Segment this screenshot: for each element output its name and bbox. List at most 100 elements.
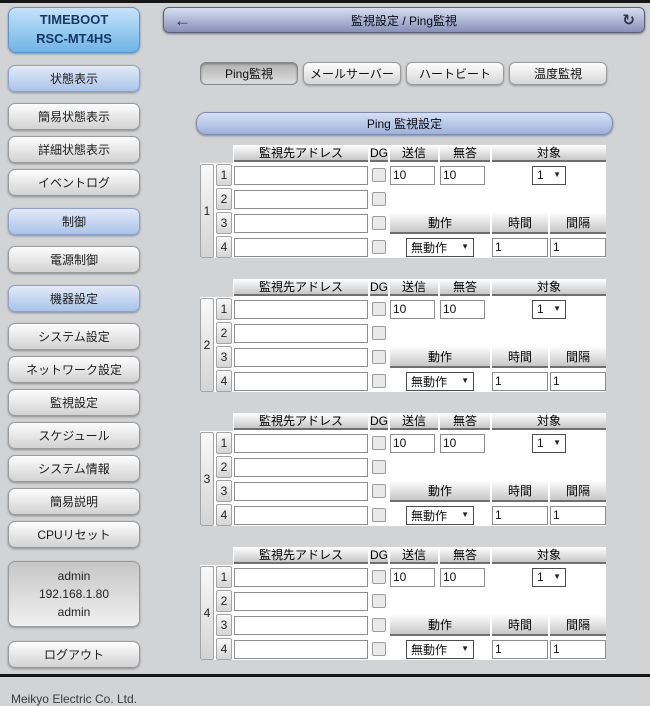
- action-select[interactable]: 無動作 ▼: [406, 640, 474, 659]
- address-input[interactable]: [234, 166, 368, 185]
- noreply-input[interactable]: [440, 300, 485, 319]
- action-select[interactable]: 無動作 ▼: [406, 238, 474, 257]
- col-header-dg: DG: [370, 145, 388, 162]
- address-input[interactable]: [234, 300, 368, 319]
- account-info-box: admin 192.168.1.80 admin: [8, 561, 140, 627]
- dg-checkbox[interactable]: [372, 508, 386, 522]
- col-header-interval: 間隔: [550, 480, 606, 502]
- sidebar-item-monitor-settings[interactable]: 監視設定: [8, 389, 140, 416]
- address-input[interactable]: [234, 324, 368, 343]
- row-number: 1: [216, 432, 232, 454]
- dg-checkbox[interactable]: [372, 350, 386, 364]
- interval-input[interactable]: [550, 640, 606, 659]
- dg-checkbox[interactable]: [372, 594, 386, 608]
- time-input[interactable]: [492, 640, 548, 659]
- action-select-value: 無動作: [411, 641, 447, 658]
- interval-input[interactable]: [550, 238, 606, 257]
- sidebar-item-system-settings[interactable]: システム設定: [8, 323, 140, 350]
- col-header-dg: DG: [370, 413, 388, 430]
- action-select[interactable]: 無動作 ▼: [406, 372, 474, 391]
- row-number: 3: [216, 480, 232, 502]
- tab-ping-monitor[interactable]: Ping監視: [200, 62, 298, 85]
- tab-heartbeat[interactable]: ハートビート: [406, 62, 504, 85]
- send-input[interactable]: [390, 568, 435, 587]
- sidebar-item-quick-guide[interactable]: 簡易説明: [8, 488, 140, 515]
- account-user: admin: [9, 567, 139, 585]
- tab-temperature-monitor[interactable]: 温度監視: [509, 62, 607, 85]
- noreply-input[interactable]: [440, 434, 485, 453]
- time-input[interactable]: [492, 506, 548, 525]
- address-input[interactable]: [234, 190, 368, 209]
- chevron-down-icon: ▼: [461, 377, 469, 385]
- address-input[interactable]: [234, 238, 368, 257]
- address-input[interactable]: [234, 348, 368, 367]
- address-input[interactable]: [234, 434, 368, 453]
- col-header-send: 送信: [390, 547, 438, 564]
- row-number: 2: [216, 188, 232, 210]
- row-number: 4: [216, 370, 232, 392]
- address-input[interactable]: [234, 482, 368, 501]
- interval-input[interactable]: [550, 372, 606, 391]
- dg-checkbox[interactable]: [372, 460, 386, 474]
- noreply-input[interactable]: [440, 568, 485, 587]
- sidebar-item-simple-status[interactable]: 簡易状態表示: [8, 103, 140, 130]
- dg-checkbox[interactable]: [372, 618, 386, 632]
- sidebar-item-status-display[interactable]: 状態表示: [8, 65, 140, 92]
- interval-input[interactable]: [550, 506, 606, 525]
- account-ip: 192.168.1.80: [9, 585, 139, 603]
- back-button[interactable]: ←: [174, 8, 191, 32]
- company-footer: Meikyo Electric Co. Ltd.: [8, 692, 140, 706]
- address-input[interactable]: [234, 640, 368, 659]
- col-header-action: 動作: [390, 614, 490, 636]
- sidebar-item-control[interactable]: 制御: [8, 208, 140, 235]
- dg-checkbox[interactable]: [372, 374, 386, 388]
- sidebar-item-detail-status[interactable]: 詳細状態表示: [8, 136, 140, 163]
- dg-checkbox[interactable]: [372, 570, 386, 584]
- dg-checkbox[interactable]: [372, 302, 386, 316]
- brand-button[interactable]: TIMEBOOT RSC-MT4HS: [8, 7, 140, 53]
- col-header-action: 動作: [390, 346, 490, 368]
- row-number: 4: [216, 504, 232, 526]
- logout-button[interactable]: ログアウト: [8, 641, 140, 668]
- address-input[interactable]: [234, 458, 368, 477]
- address-input[interactable]: [234, 616, 368, 635]
- send-input[interactable]: [390, 166, 435, 185]
- send-input[interactable]: [390, 300, 435, 319]
- row-number: 2: [216, 456, 232, 478]
- address-input[interactable]: [234, 372, 368, 391]
- address-input[interactable]: [234, 214, 368, 233]
- target-select[interactable]: 1 ▼: [532, 434, 566, 453]
- dg-checkbox[interactable]: [372, 484, 386, 498]
- target-select[interactable]: 1 ▼: [532, 166, 566, 185]
- dg-checkbox[interactable]: [372, 436, 386, 450]
- address-input[interactable]: [234, 592, 368, 611]
- address-input[interactable]: [234, 568, 368, 587]
- sidebar-item-network-settings[interactable]: ネットワーク設定: [8, 356, 140, 383]
- sidebar-item-device-settings[interactable]: 機器設定: [8, 285, 140, 312]
- sidebar-item-schedule[interactable]: スケジュール: [8, 422, 140, 449]
- time-input[interactable]: [492, 372, 548, 391]
- action-select-value: 無動作: [411, 239, 447, 256]
- send-input[interactable]: [390, 434, 435, 453]
- dg-checkbox[interactable]: [372, 168, 386, 182]
- group-number: 1: [200, 164, 214, 258]
- noreply-input[interactable]: [440, 166, 485, 185]
- time-input[interactable]: [492, 238, 548, 257]
- chevron-down-icon: ▼: [553, 573, 561, 581]
- refresh-button[interactable]: ↻: [622, 8, 635, 32]
- dg-checkbox[interactable]: [372, 642, 386, 656]
- col-header-address: 監視先アドレス: [234, 547, 368, 564]
- sidebar-item-event-log[interactable]: イベントログ: [8, 169, 140, 196]
- dg-checkbox[interactable]: [372, 192, 386, 206]
- target-select[interactable]: 1 ▼: [532, 300, 566, 319]
- sidebar-item-system-info[interactable]: システム情報: [8, 455, 140, 482]
- address-input[interactable]: [234, 506, 368, 525]
- dg-checkbox[interactable]: [372, 326, 386, 340]
- sidebar-item-cpu-reset[interactable]: CPUリセット: [8, 521, 140, 548]
- dg-checkbox[interactable]: [372, 216, 386, 230]
- action-select[interactable]: 無動作 ▼: [406, 506, 474, 525]
- target-select[interactable]: 1 ▼: [532, 568, 566, 587]
- dg-checkbox[interactable]: [372, 240, 386, 254]
- tab-mail-server[interactable]: メールサーバー: [303, 62, 401, 85]
- sidebar-item-power-control[interactable]: 電源制御: [8, 246, 140, 273]
